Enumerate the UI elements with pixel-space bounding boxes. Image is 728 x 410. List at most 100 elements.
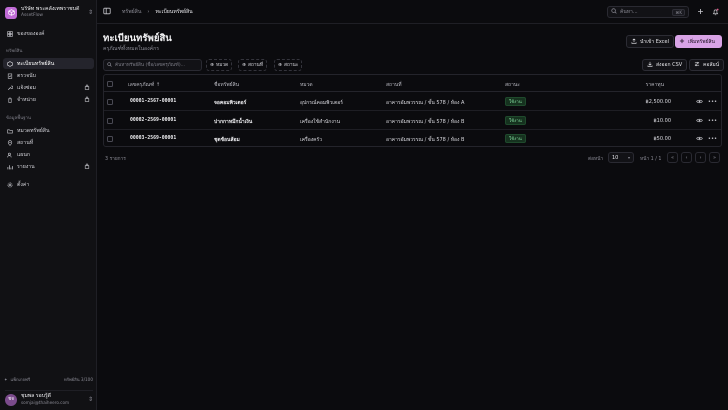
chevron-updown-icon: ⇕ [87,396,93,403]
org-switcher[interactable]: บริษัท พระคลังเทพราชบดี AssetFlow ⇕ [5,4,93,21]
plus-icon[interactable] [696,7,704,16]
row-checkbox[interactable] [107,118,113,124]
user-menu[interactable]: ชจ ชุมพล รอบรู้ดี somjai@thaiheero.com ⇕ [5,390,93,406]
topbar: ทรัพย์สิน › ทะเบียนทรัพย์สิน ค้นหา... ⌘K [97,0,728,24]
sidebar-item-label: แจ้งซ่อม [17,84,36,91]
org-sub: AssetFlow [21,13,44,19]
header-status[interactable]: สถานะ [505,81,520,89]
filter-category-chip[interactable]: ⊕ หมวด [206,59,233,71]
filter-location-chip[interactable]: ⊕ สถานที่ [238,59,267,71]
sidebar-item-departments[interactable]: แผนก [3,149,94,160]
cell-code: 00003-2569-00001 [130,136,177,141]
header-name[interactable]: ชื่อทรัพย์สิน [214,81,239,89]
lock-icon [84,163,90,171]
cell-price: ฿50.00 [653,136,672,142]
sidebar-item-disposal[interactable]: จำหน่าย [3,94,94,105]
search-placeholder: ค้นหา... [620,9,638,15]
more-icon[interactable]: ••• [708,117,717,124]
chevron-down-icon: ▾ [627,155,630,160]
export-csv-button[interactable]: ส่งออก CSV [642,59,688,71]
download-icon [647,61,653,69]
prev-page-button[interactable]: ‹ [681,152,692,163]
plus-icon [679,38,685,46]
status-badge: ใช้งาน [505,97,526,106]
lock-icon [84,96,90,104]
app-root: บริษัท พระคลังเทพราชบดี AssetFlow ⇕ ของข… [0,0,728,410]
sidebar-item-reports[interactable]: รายงาน [3,161,94,172]
sidebar-item-settings[interactable]: ตั้งค่า [3,179,94,190]
grid-icon [7,30,13,37]
import-excel-button[interactable]: นำเข้า Excel [626,35,674,48]
sidebar-item-label: รายงาน [17,163,35,170]
plan-label: แพ็กเกจฟรี [10,377,31,382]
trash-icon [7,97,13,103]
cell-location: อาคารอัมพวรรณ / ชั้น 578 / ห้อง A [386,100,465,106]
search-shortcut: ⌘K [672,8,685,16]
row-checkbox[interactable] [107,99,113,105]
avatar: ชจ [5,393,17,406]
table-row[interactable]: 00003-2569-00001 ชุดช้อนส้อม เครื่องครัว… [104,130,721,146]
sidebar-item-label: จำหน่าย [17,96,36,103]
chevron-right-icon: › [147,9,150,15]
sidebar-item-dashboard[interactable]: ของขององค์ [3,28,94,39]
more-icon[interactable]: ••• [708,98,717,105]
header-category[interactable]: หมวด [300,81,313,89]
cell-name: ปากกาหมึกน้ำเงิน [214,119,253,125]
sidebar-item-label: สถานที่ [17,139,34,146]
bell-icon[interactable] [711,7,719,16]
filter-placeholder: ค้นหาทรัพย์สิน (ชื่อ/เลขครุภัณฑ์)... [115,62,185,68]
table-row[interactable]: 00002-2569-00001 ปากกาหมึกน้ำเงิน เครื่อ… [104,112,721,130]
box-icon [5,6,17,19]
last-page-button[interactable]: » [709,152,720,163]
sidebar-item-locations[interactable]: สถานที่ [3,137,94,148]
header-location[interactable]: สถานที่ [386,81,402,89]
rows-per-page-label: ต่อหน้า [588,157,604,162]
filter-status-chip[interactable]: ⊕ สถานะ [274,59,303,71]
sidebar-item-categories[interactable]: หมวดทรัพย์สิน [3,125,94,136]
sidebar-item-register[interactable]: ทะเบียนทรัพย์สิน [3,58,94,69]
status-badge: ใช้งาน [505,134,526,143]
upload-icon [631,37,637,46]
plus-circle-icon: ⊕ [210,62,215,68]
columns-button[interactable]: คอลัมน์ [689,59,725,71]
add-asset-button[interactable]: เพิ่มทรัพย์สิน [675,35,722,48]
cell-code: 00001-2567-00001 [130,99,177,104]
sidebar-item-audit[interactable]: ตรวจนับ [3,70,94,81]
search-icon [107,61,112,69]
header-price[interactable]: ราคาทุน [631,81,664,89]
folder-icon [7,128,13,134]
sidebar-toggle-icon[interactable] [103,7,111,15]
eye-icon[interactable] [696,98,703,105]
header-code[interactable]: เลขครุภัณฑ์ ↑ [128,81,160,89]
cell-price: ฿10.00 [653,118,672,124]
more-icon[interactable]: ••• [708,135,717,142]
cell-name: ชุดช้อนส้อม [214,137,240,143]
search-input[interactable]: ค้นหา... ⌘K [607,6,689,18]
plan-count: ทรัพย์สิน 3/100 [63,377,93,382]
sort-arrow-icon: ↑ [155,82,161,88]
chevrons-right-icon: » [712,154,717,161]
page-title: ทะเบียนทรัพย์สิน [103,33,172,44]
cell-location: อาคารอัมพวรรณ / ชั้น 578 / ห้อง B [386,119,465,125]
plus-circle-icon: ⊕ [278,62,283,68]
sidebar-item-label: แผนก [17,151,31,158]
next-page-button[interactable]: › [695,152,706,163]
rows-per-page-select[interactable]: 10 ▾ [608,152,634,163]
sidebar-item-repair[interactable]: แจ้งซ่อม [3,82,94,93]
first-page-button[interactable]: « [667,152,678,163]
breadcrumb-root[interactable]: ทรัพย์สิน [122,8,141,16]
cell-location: อาคารอัมพวรรณ / ชั้น 578 / ห้อง B [386,137,465,143]
sliders-icon [694,61,700,69]
cell-name: จอคอมพิวเตอร์ [214,100,247,106]
gear-icon [7,182,13,188]
asset-filter-input[interactable]: ค้นหาทรัพย์สิน (ชื่อ/เลขครุภัณฑ์)... [103,59,202,71]
user-name: ชุมพล รอบรู้ดี [21,393,51,400]
eye-icon[interactable] [696,117,703,124]
table-row[interactable]: 00001-2567-00001 จอคอมพิวเตอร์ อุปกรณ์คอ… [104,93,721,111]
select-all-checkbox[interactable] [107,81,113,87]
row-checkbox[interactable] [107,136,113,142]
sidebar-item-label: ของขององค์ [17,30,45,37]
eye-icon[interactable] [696,135,703,142]
chevron-left-icon: ‹ [685,154,688,161]
search-icon [611,8,617,16]
